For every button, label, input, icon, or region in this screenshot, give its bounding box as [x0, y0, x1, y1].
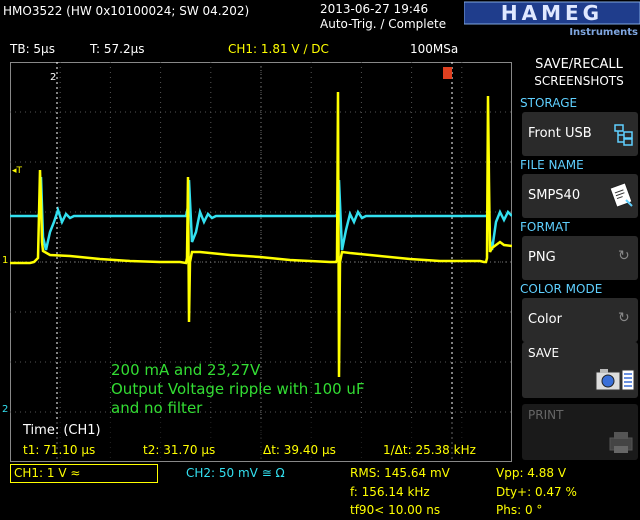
- model-info: HMO3522 (HW 0x10100024; SW 04.202): [3, 4, 250, 18]
- cursor-t1: t1: 71.10 µs: [23, 443, 96, 457]
- print-label: PRINT: [528, 408, 564, 422]
- timebase[interactable]: TB: 5µs: [10, 42, 55, 56]
- sample-rate: 100MSa: [410, 42, 459, 56]
- marker-2: 2: [50, 72, 57, 83]
- marker-trigger: ◂T: [12, 166, 23, 176]
- color-mode-button[interactable]: Color ↻: [522, 298, 638, 342]
- storage-value: Front USB: [528, 126, 592, 141]
- trigger-position-marker[interactable]: [443, 67, 452, 79]
- measure-phase: Phs: 0 °: [496, 503, 543, 517]
- trigger-time[interactable]: T: 57.2µs: [90, 42, 144, 56]
- cursor-t2: t2: 31.70 µs: [143, 443, 216, 457]
- scope-display[interactable]: 2 ◂T 1 2 200 mA and 23,27V Output Voltag…: [2, 62, 512, 462]
- cycle-icon: ↻: [618, 248, 630, 264]
- panel-title: SAVE/RECALL SCREENSHOTS: [520, 56, 638, 90]
- save-label: SAVE: [528, 346, 560, 360]
- hameg-logo: HAMEG Instruments: [463, 0, 640, 38]
- annotation: 200 mA and 23,27V Output Voltage ripple …: [111, 361, 365, 418]
- measure-vpp: Vpp: 4.88 V: [496, 466, 567, 480]
- color-mode-value: Color: [528, 312, 562, 327]
- folder-tree-icon: [614, 124, 633, 146]
- cursor-title: Time: (CH1): [23, 423, 101, 438]
- measure-fall-time: tf90< 10.00 ns: [350, 503, 441, 517]
- ch1-settings: CH1: 1 V ≈: [14, 466, 81, 480]
- storage-label: STORAGE: [520, 96, 578, 110]
- filename-button[interactable]: SMPS40: [522, 174, 638, 218]
- format-value: PNG: [528, 250, 556, 265]
- color-mode-label: COLOR MODE: [520, 282, 603, 296]
- cursor-inverse-delta: 1/Δt: 25.38 kHz: [383, 443, 476, 457]
- storage-button[interactable]: Front USB: [522, 112, 638, 156]
- measure-duty: Dty+: 0.47 %: [496, 485, 577, 499]
- save-button[interactable]: SAVE: [522, 342, 638, 398]
- marker-ch1-offset[interactable]: 1: [2, 255, 8, 266]
- trigger-status: Auto-Trig. / Complete: [320, 17, 447, 31]
- datetime: 2013-06-27 19:46: [320, 2, 429, 16]
- brand-sub: Instruments: [569, 27, 638, 38]
- annotation-line-2: Output Voltage ripple with 100 uF: [111, 380, 365, 398]
- measure-frequency: f: 156.14 kHz: [350, 485, 430, 499]
- ch1-settings-box[interactable]: CH1: 1 V ≈: [10, 464, 158, 483]
- camera-icon: [595, 369, 635, 391]
- ch1-trigger[interactable]: CH1: 1.81 V ∕ DC: [228, 42, 329, 56]
- format-label: FORMAT: [520, 220, 570, 234]
- marker-ch2-offset[interactable]: 2: [2, 404, 8, 415]
- edit-file-icon: [610, 182, 633, 208]
- panel-title-2: SCREENSHOTS: [534, 74, 624, 88]
- cursor-readout: Time: (CH1) t1: 71.10 µs t2: 31.70 µs Δt…: [11, 419, 511, 461]
- measure-rms: RMS: 145.64 mV: [350, 466, 450, 480]
- filename-label: FILE NAME: [520, 158, 584, 172]
- brand-name: HAMEG: [501, 1, 603, 25]
- print-button[interactable]: PRINT: [522, 404, 638, 460]
- annotation-line-3: and no filter: [111, 399, 203, 417]
- filename-value: SMPS40: [528, 188, 581, 203]
- format-button[interactable]: PNG ↻: [522, 236, 638, 280]
- datetime-status: 2013-06-27 19:46 Auto-Trig. / Complete: [320, 2, 446, 32]
- annotation-line-1: 200 mA and 23,27V: [111, 361, 261, 379]
- panel-title-1: SAVE/RECALL: [535, 57, 623, 72]
- cycle-icon: ↻: [618, 310, 630, 326]
- cursor-delta: Δt: 39.40 µs: [263, 443, 336, 457]
- ch2-settings[interactable]: CH2: 50 mV ≅ Ω: [186, 466, 285, 480]
- printer-icon: [609, 432, 633, 453]
